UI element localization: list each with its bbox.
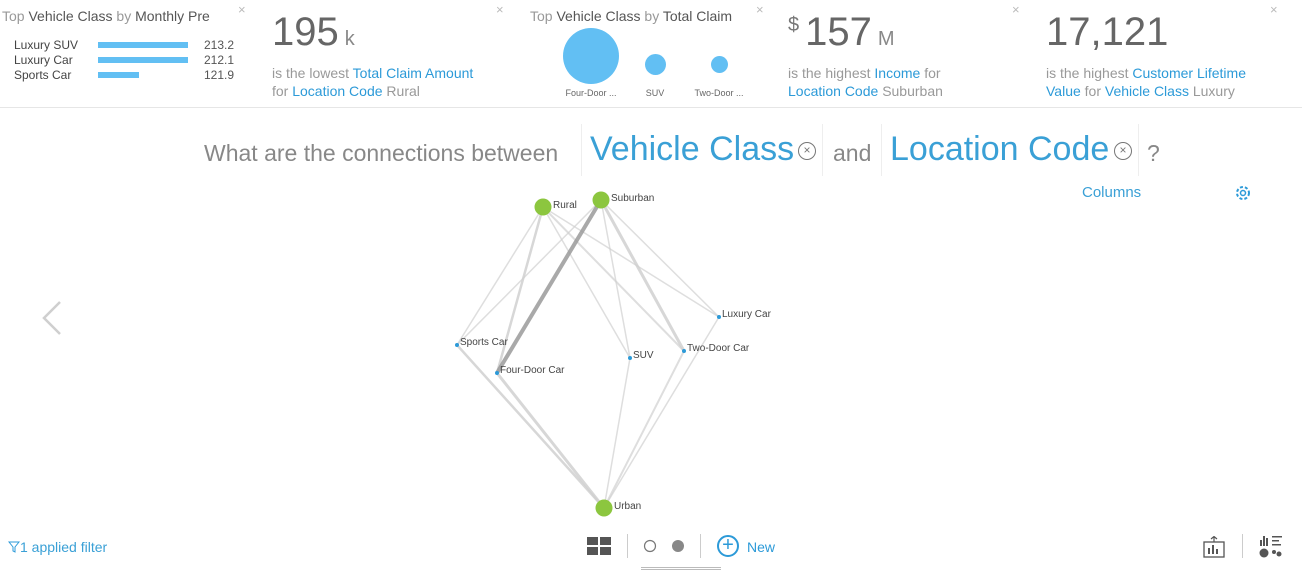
graph-node-label: Urban	[614, 501, 641, 512]
graph-edge[interactable]	[456, 206, 544, 346]
graph-edge[interactable]	[495, 198, 603, 375]
graph-node[interactable]	[717, 315, 721, 319]
export-report-icon[interactable]	[1203, 535, 1225, 563]
graph-edge[interactable]	[495, 206, 545, 374]
funnel-icon	[7, 541, 21, 553]
page-dot-inactive[interactable]	[643, 539, 657, 558]
graph-node[interactable]	[595, 499, 613, 517]
graph-node-label: Suburban	[611, 193, 654, 204]
graph-node[interactable]	[455, 343, 459, 347]
divider	[627, 534, 628, 558]
graph-edge[interactable]	[495, 372, 606, 509]
graph-node[interactable]	[495, 371, 499, 375]
grid-layout-icon[interactable]	[587, 537, 611, 560]
applied-filter-link[interactable]: 1 applied filter	[7, 539, 107, 555]
plus-icon: +	[717, 535, 739, 557]
page-dot-active[interactable]	[671, 539, 685, 558]
scroll-indicator[interactable]	[641, 567, 721, 570]
divider	[700, 534, 701, 558]
graph-node[interactable]	[628, 356, 632, 360]
graph-node[interactable]	[682, 349, 686, 353]
graph-node[interactable]	[592, 191, 610, 209]
graph-node[interactable]	[534, 198, 552, 216]
graph-node-label: Luxury Car	[722, 309, 772, 320]
graph-edge[interactable]	[603, 350, 685, 509]
connection-graph: Sports Car Four-Door Car SUV Two-Door Car Lu…	[455, 191, 772, 517]
graph-edge[interactable]	[542, 206, 720, 318]
divider	[1242, 534, 1243, 558]
graph-node-label: SUV	[633, 350, 654, 361]
graph-node-label: Rural	[553, 200, 577, 211]
graph-node-label: Four-Door Car	[500, 365, 565, 376]
graph-node-label: Two-Door Car	[687, 343, 750, 354]
chart-types-icon[interactable]	[1258, 534, 1284, 563]
graph-node-label: Sports Car	[460, 337, 508, 348]
